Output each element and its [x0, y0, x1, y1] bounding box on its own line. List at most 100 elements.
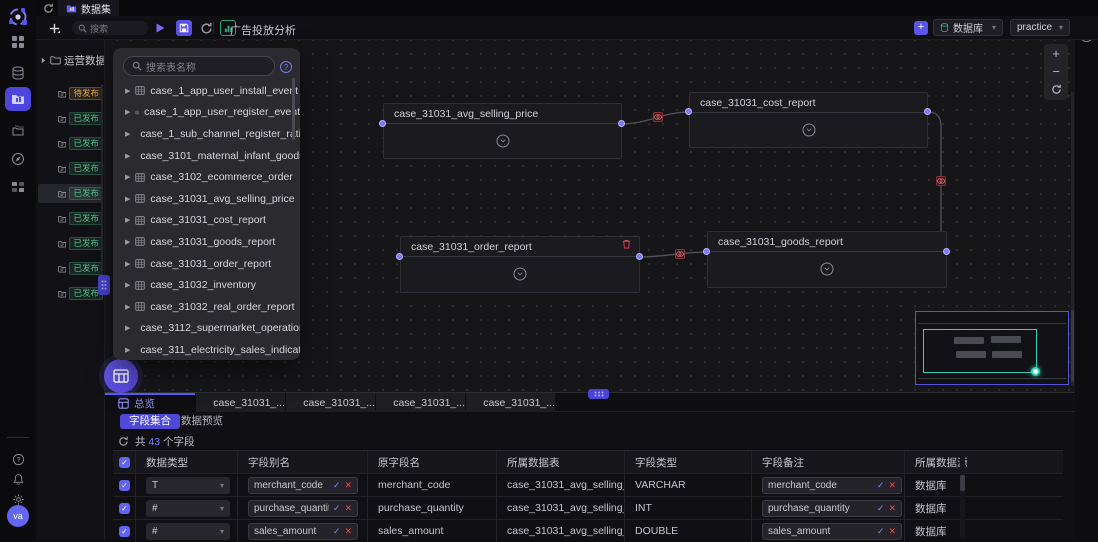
field-alias-input[interactable]: merchant_code✓✕	[248, 477, 358, 494]
table-list-item[interactable]: ▶ case_31032_inventory	[113, 274, 300, 296]
tab-field-set[interactable]: 字段集合	[120, 414, 180, 429]
refresh-fields-icon[interactable]	[118, 436, 129, 447]
table-scrollbar[interactable]	[960, 453, 965, 538]
tab-data-preview[interactable]: 数据预览	[181, 414, 223, 429]
dataset-item[interactable]: 已发布	[38, 184, 103, 203]
node-cost-report[interactable]: case_31031_cost_report	[689, 92, 928, 148]
zoom-in-button[interactable]: +	[1044, 44, 1068, 62]
row-checkbox[interactable]: ✓	[119, 503, 130, 514]
cancel-icon[interactable]: ✕	[888, 526, 896, 537]
dataset-item[interactable]: 待发布	[38, 84, 103, 103]
datasource-select[interactable]: 数据库 ▾	[933, 19, 1003, 36]
reload-icon[interactable]	[40, 0, 56, 16]
confirm-icon[interactable]: ✓	[877, 503, 885, 514]
minimap-viewport-handle[interactable]	[1031, 367, 1040, 376]
apps-icon[interactable]	[5, 30, 31, 54]
zoom-reset-button[interactable]	[1044, 80, 1068, 98]
port-in[interactable]	[685, 108, 692, 115]
dataset-item[interactable]: 已发布	[38, 259, 103, 278]
port-in[interactable]	[703, 248, 710, 255]
tab-case-table[interactable]: case_31031_...	[376, 393, 465, 412]
fields-panel-toggle-button[interactable]	[104, 359, 138, 393]
toolbar-search-input[interactable]: 搜索	[72, 21, 148, 35]
dataset-item[interactable]: 已发布	[38, 134, 103, 153]
join-type-icon[interactable]	[653, 112, 663, 122]
port-in[interactable]	[396, 253, 403, 260]
cancel-icon[interactable]: ✕	[344, 480, 352, 491]
node-expand-chevron-icon[interactable]	[514, 268, 527, 281]
confirm-icon[interactable]: ✓	[333, 480, 341, 491]
table-list-item[interactable]: ▶ case_31031_order_report	[113, 253, 300, 275]
tab-case-table[interactable]: case_31031_...	[196, 393, 285, 412]
port-out[interactable]	[943, 248, 950, 255]
app-logo[interactable]	[6, 5, 30, 29]
row-checkbox[interactable]: ✓	[119, 480, 130, 491]
bottom-resize-handle[interactable]	[588, 389, 609, 399]
add-node-button[interactable]	[46, 20, 62, 36]
node-expand-chevron-icon[interactable]	[496, 135, 509, 148]
port-out[interactable]	[636, 253, 643, 260]
folder-row[interactable]: 运营数据	[40, 52, 105, 68]
dataset-item[interactable]: 已发布	[38, 284, 103, 303]
node-goods-report[interactable]: case_31031_goods_report	[707, 231, 947, 288]
run-icon[interactable]	[152, 20, 168, 36]
table-list-item[interactable]: ▶ case_31031_goods_report	[113, 231, 300, 253]
cancel-icon[interactable]: ✕	[888, 503, 896, 514]
dataset-item[interactable]: 已发布	[38, 209, 103, 228]
node-expand-chevron-icon[interactable]	[821, 263, 834, 276]
dataset-folder-icon[interactable]	[5, 87, 31, 111]
table-list-item[interactable]: ▶ case_1_sub_channel_register_rating	[113, 123, 300, 145]
tab-case-table[interactable]: case_31031_...	[286, 393, 375, 412]
table-list-item[interactable]: ▶ case_1_app_user_register_event	[113, 102, 300, 124]
port-in[interactable]	[379, 120, 386, 127]
compass-icon[interactable]	[5, 147, 31, 171]
join-type-icon[interactable]	[675, 249, 685, 259]
field-comment-input[interactable]: sales_amount✓✕	[762, 523, 902, 540]
folder-copy-icon[interactable]	[5, 119, 31, 143]
dataset-item[interactable]: 已发布	[38, 109, 103, 128]
join-type-icon[interactable]	[936, 176, 946, 186]
table-search-input[interactable]: 搜索表名称	[123, 56, 275, 76]
node-avg-selling-price[interactable]: case_31031_avg_selling_price	[383, 103, 622, 159]
table-list-item[interactable]: ▶ case_311_electricity_sales_indicators	[113, 339, 300, 360]
cancel-icon[interactable]: ✕	[344, 526, 352, 537]
table-list-item[interactable]: ▶ case_1_app_user_install_event	[113, 80, 300, 102]
table-list-item[interactable]: ▶ case_31031_cost_report	[113, 210, 300, 232]
dataset-item[interactable]: 已发布	[38, 159, 103, 178]
table-list-item[interactable]: ▶ case_3112_supermarket_operation	[113, 318, 300, 340]
row-checkbox[interactable]: ✓	[119, 526, 130, 537]
table-list-item[interactable]: ▶ case_3102_ecommerce_order	[113, 166, 300, 188]
field-alias-input[interactable]: purchase_quantity✓✕	[248, 500, 358, 517]
zoom-out-button[interactable]: −	[1044, 62, 1068, 80]
refresh-icon[interactable]	[198, 20, 214, 36]
dataset-item[interactable]: 已发布	[38, 234, 103, 253]
table-list-item[interactable]: ▶ case_31032_real_order_report	[113, 296, 300, 318]
minimap[interactable]	[915, 311, 1069, 385]
node-expand-chevron-icon[interactable]	[802, 124, 815, 137]
user-avatar[interactable]: va	[7, 505, 29, 527]
save-icon[interactable]	[176, 20, 192, 36]
confirm-icon[interactable]: ✓	[333, 503, 341, 514]
confirm-icon[interactable]: ✓	[877, 526, 885, 537]
field-comment-input[interactable]: merchant_code✓✕	[762, 477, 902, 494]
table-list-item[interactable]: ▶ case_3101_maternal_infant_goods	[113, 145, 300, 167]
data-type-select[interactable]: #▾	[146, 500, 230, 517]
tab-dataset[interactable]: 数据集	[58, 0, 119, 16]
table-list-item[interactable]: ▶ case_31031_avg_selling_price	[113, 188, 300, 210]
tab-overview[interactable]: 总览	[105, 393, 195, 412]
confirm-icon[interactable]: ✓	[877, 480, 885, 491]
port-out[interactable]	[618, 120, 625, 127]
node-order-report[interactable]: case_31031_order_report	[400, 236, 640, 293]
database-icon[interactable]	[5, 61, 31, 85]
panel-scrollbar[interactable]	[101, 84, 103, 289]
field-alias-input[interactable]: sales_amount✓✕	[248, 523, 358, 540]
add-datasource-button[interactable]: +	[914, 21, 928, 35]
panel-resize-handle[interactable]	[98, 275, 110, 295]
modules-icon[interactable]	[5, 175, 31, 199]
popup-scrollbar[interactable]	[292, 78, 295, 140]
data-type-select[interactable]: #▾	[146, 523, 230, 540]
help-circle-icon[interactable]: ?	[280, 61, 292, 73]
tab-case-table[interactable]: case_31031_...	[466, 393, 555, 412]
cancel-icon[interactable]: ✕	[344, 503, 352, 514]
data-type-select[interactable]: T▾	[146, 477, 230, 494]
